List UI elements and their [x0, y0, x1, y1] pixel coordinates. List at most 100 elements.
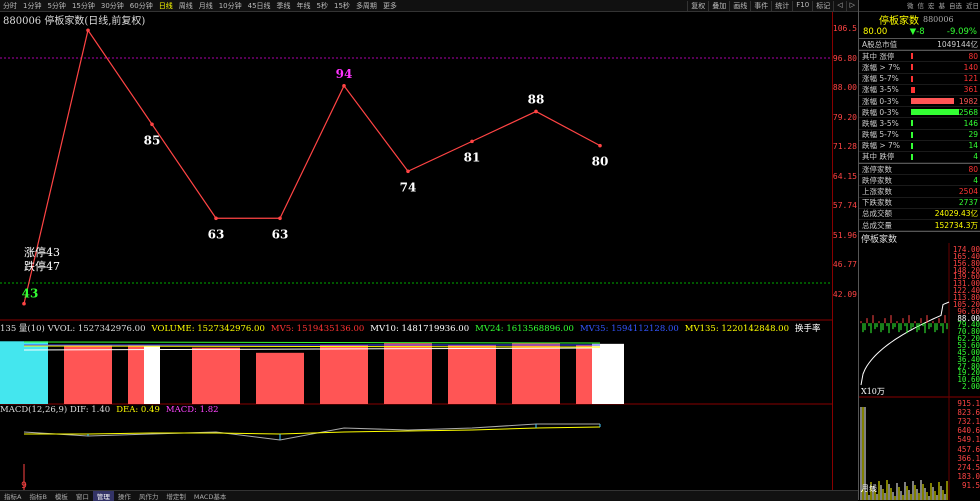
- stat-label: 总成交量: [862, 220, 892, 230]
- mv24-line: [23, 341, 601, 344]
- mini-volume-tick: 640.6: [957, 426, 980, 436]
- indicator-value-0: MACD(12,26,9) DIF: 1.40: [0, 405, 111, 415]
- y-axis-tick: 64.15: [832, 171, 857, 181]
- timeframe-3[interactable]: 15分钟: [69, 1, 98, 11]
- volume-bar: [144, 345, 160, 404]
- distribution-value: 1982: [958, 96, 978, 106]
- period-toolbar: 分时 1分钟 5分钟 15分钟 30分钟 60分钟 日线 周线 月线 10分钟 45日线 季线 年线 5秒…: [0, 0, 858, 12]
- indicator-value-2: MACD: 1.82: [165, 405, 219, 415]
- timeframe-14[interactable]: 15秒: [331, 1, 353, 11]
- indicator-value-5: MV35: 1594112128.00: [579, 324, 679, 334]
- timeframe-9[interactable]: 10分钟: [216, 1, 245, 11]
- panel-toolbar: 微信宏基自选 近日: [859, 0, 980, 12]
- stat-value: 2504: [958, 187, 978, 197]
- timeframe-12[interactable]: 年线: [294, 1, 314, 11]
- toolbar-item-5[interactable]: F10: [792, 0, 812, 11]
- timeframe-7[interactable]: 周线: [176, 1, 196, 11]
- distribution-value: 29: [968, 130, 978, 140]
- distribution-label: 跌幅 > 7%: [862, 141, 900, 151]
- distribution-row: 涨幅 > 7% 140: [859, 62, 980, 74]
- volume-bar: [592, 343, 624, 404]
- y-axis-tick: 42.09: [832, 289, 857, 299]
- volume-bar: [128, 344, 144, 404]
- indicator-value-1: VOLUME: 1527342976.00: [151, 324, 265, 334]
- panel-tab-2[interactable]: 宏: [926, 0, 937, 11]
- toolbar-item-3[interactable]: 事件: [750, 0, 771, 11]
- stat-row: 总成交额 24029.43亿: [859, 209, 980, 220]
- distribution-row: 涨幅 3-5% 361: [859, 85, 980, 96]
- point-value-label: 81: [464, 150, 481, 164]
- timeframe-11[interactable]: 季线: [274, 1, 294, 11]
- stock-name: 停板家数: [879, 15, 919, 27]
- main-chart-area[interactable]: 9 43 85 63 63 94 74 81 88 80 涨停43跌停47: [0, 24, 832, 490]
- panel-tab-4[interactable]: 自选: [947, 0, 964, 11]
- timeframe-4[interactable]: 30分钟: [98, 1, 127, 11]
- toolbar-item-2[interactable]: 画线: [729, 0, 750, 11]
- distribution-value: 80: [968, 51, 978, 61]
- timeframe-15[interactable]: 多周期: [353, 1, 380, 11]
- price-point: [86, 28, 90, 33]
- distribution-value: 4: [973, 152, 978, 162]
- panel-tab-5[interactable]: 近日: [964, 0, 980, 11]
- toolbar-item-4[interactable]: 统计: [771, 0, 792, 11]
- toolbar-item-1[interactable]: 叠加: [708, 0, 729, 11]
- indicator-value-6: MV135: 1220142848.00: [684, 324, 789, 334]
- price-point: [22, 301, 26, 306]
- timeframe-10[interactable]: 45日线: [245, 1, 274, 11]
- distribution-row: 跌幅 3-5% 146: [859, 118, 980, 130]
- price-point: [342, 84, 346, 88]
- y-axis-tick: 106.5: [832, 24, 857, 33]
- timeframe-8[interactable]: 月线: [196, 1, 216, 11]
- toolbar-item-8[interactable]: ▷: [845, 0, 858, 11]
- distribution-row: 涨幅 0-3% 1982: [859, 96, 980, 108]
- mini-volume-tick: 91.5: [961, 480, 980, 490]
- panel-tab-3[interactable]: 基: [937, 0, 948, 11]
- timeframe-13[interactable]: 5秒: [314, 1, 331, 11]
- price-point: [278, 216, 282, 221]
- timeframe-6[interactable]: 日线: [156, 1, 176, 11]
- timeframe-5[interactable]: 60分钟: [127, 1, 156, 11]
- distribution-bar: [911, 109, 959, 116]
- panel-tab-0[interactable]: 微: [905, 0, 916, 11]
- panel-tab-1[interactable]: 信: [916, 0, 927, 11]
- y-axis-tick: 79.20: [832, 112, 857, 122]
- stat-label: 总成交额: [862, 209, 892, 219]
- timeframe-16[interactable]: 更多: [380, 1, 400, 11]
- mini-volume-tick: 549.1: [957, 435, 980, 445]
- toolbar-item-0[interactable]: 复权: [687, 0, 708, 11]
- point-value-label: 88: [528, 92, 545, 106]
- distribution-bar: [911, 142, 913, 149]
- stat-label: 跌停家数: [862, 175, 892, 185]
- volume-bar: [0, 341, 48, 404]
- y-axis-tick: 96.80: [832, 53, 857, 63]
- distribution-value: 121: [963, 74, 978, 84]
- distribution-bar: [911, 64, 913, 71]
- price-point: [470, 139, 474, 144]
- toolbar-item-6[interactable]: 标记: [812, 0, 833, 11]
- volume-bar: [320, 345, 368, 404]
- distribution-list: 其中 涨停 80 涨幅 > 7% 140 涨幅 5-7% 121 涨幅 3-5% 361 涨幅 …: [859, 50, 980, 164]
- legend-text: 涨停43: [24, 245, 60, 259]
- point-value-label: 63: [208, 227, 225, 241]
- volume-bar: [576, 344, 592, 404]
- distribution-label: 其中 跌停: [862, 152, 895, 162]
- distribution-row: 涨幅 5-7% 121: [859, 74, 980, 85]
- macd-bottom-label: 9: [21, 481, 27, 490]
- timeframe-0[interactable]: 分时: [0, 1, 20, 11]
- legend-text: 跌停47: [24, 259, 60, 273]
- market-cap-row: A股总市值 1049144亿: [859, 38, 980, 51]
- distribution-row: 跌幅 0-3% 2568: [859, 107, 980, 119]
- timeframe-1[interactable]: 1分钟: [20, 1, 44, 11]
- stat-row: 上涨家数 2504: [859, 186, 980, 198]
- y-axis-tick: 57.74: [832, 201, 857, 210]
- volume-bar: [192, 347, 240, 404]
- price-point: [214, 216, 218, 221]
- toolbar-item-7[interactable]: ◁: [833, 0, 845, 11]
- point-value-label: 80: [592, 155, 609, 169]
- distribution-label: 跌幅 5-7%: [862, 130, 899, 140]
- distribution-bar: [911, 120, 913, 127]
- distribution-value: 361: [963, 85, 978, 95]
- distribution-value: 146: [963, 118, 978, 128]
- mini-volume-tick: 823.6: [957, 408, 980, 418]
- timeframe-2[interactable]: 5分钟: [44, 1, 68, 11]
